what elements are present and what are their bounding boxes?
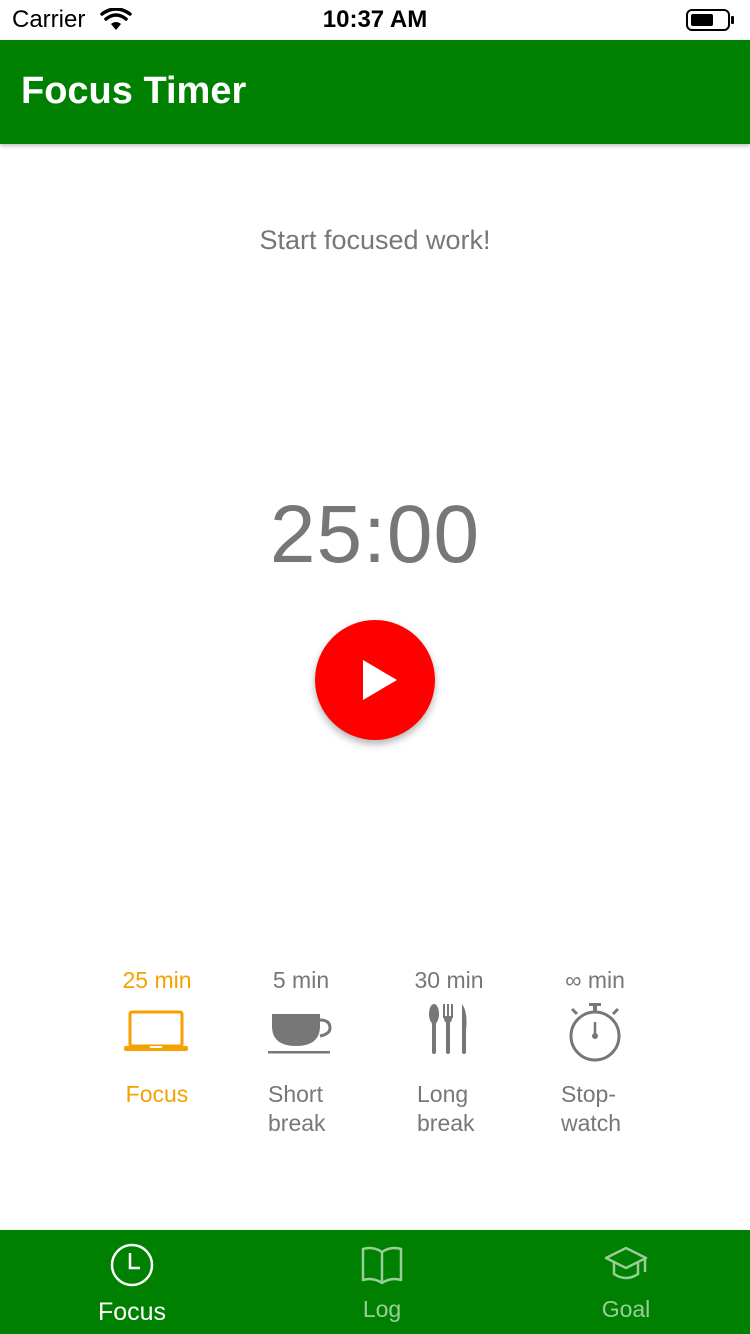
tab-focus[interactable]: Focus — [52, 1230, 212, 1334]
mode-duration: 5 min — [272, 967, 330, 993]
app-title: Focus Timer — [21, 70, 247, 112]
mode-label-line2: watch — [561, 1110, 622, 1136]
tab-label: Focus — [97, 1298, 167, 1326]
mode-focus[interactable]: 25 min Focus — [92, 960, 222, 1109]
laptop-icon — [124, 1010, 188, 1051]
status-time: 10:37 AM — [322, 6, 428, 33]
graduation-cap-icon — [604, 1246, 648, 1280]
tab-bar: Focus Log Goal — [0, 1230, 750, 1334]
mode-short-break[interactable]: 5 min Short break — [236, 960, 366, 1138]
app-bar: Focus Timer — [0, 40, 750, 144]
tab-label: Log — [362, 1296, 402, 1322]
mode-duration: ∞ min — [565, 967, 625, 993]
clock-icon — [110, 1243, 154, 1287]
mode-label-line1: Long — [417, 1081, 469, 1107]
mode-duration: 30 min — [414, 967, 484, 993]
mode-label: Focus — [125, 1081, 189, 1107]
play-icon — [363, 660, 397, 700]
mode-label-line2: break — [417, 1110, 475, 1136]
play-button[interactable] — [315, 620, 435, 740]
mode-long-break[interactable]: 30 min Long break — [384, 960, 514, 1138]
battery-icon — [686, 9, 734, 31]
mode-stopwatch[interactable]: ∞ min Stop- watch — [530, 960, 660, 1138]
book-icon — [361, 1246, 403, 1285]
mode-label-line1: Stop- — [561, 1081, 616, 1107]
timer-display: 25:00 — [269, 489, 481, 580]
stopwatch-icon — [569, 1003, 621, 1062]
coffee-cup-icon — [268, 1014, 332, 1054]
tab-log[interactable]: Log — [302, 1230, 462, 1334]
utensils-icon — [429, 1004, 467, 1054]
mode-label-line2: break — [268, 1110, 326, 1136]
mode-duration: 25 min — [122, 967, 192, 993]
tab-label: Goal — [601, 1296, 651, 1322]
status-bar: Carrier 10:37 AM — [0, 0, 750, 40]
mode-label-line1: Short — [268, 1081, 323, 1107]
focus-prompt: Start focused work! — [259, 225, 491, 255]
tab-goal[interactable]: Goal — [546, 1230, 706, 1334]
